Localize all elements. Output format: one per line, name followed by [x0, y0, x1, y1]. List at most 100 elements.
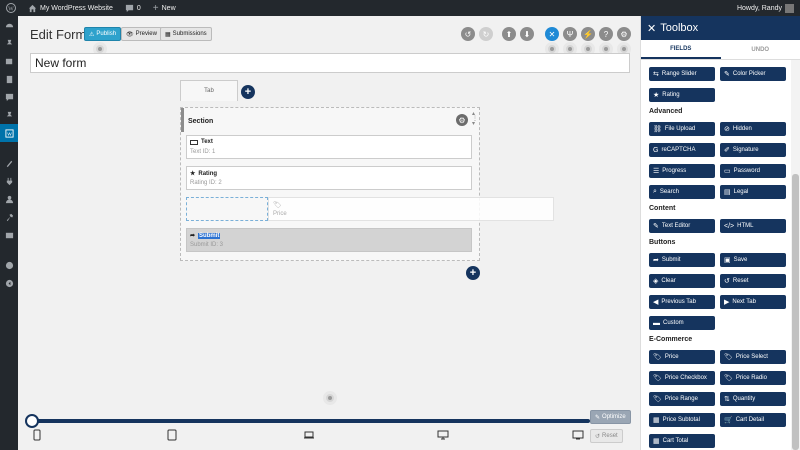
price-checkbox-button[interactable]: 🏷 Price Checkbox — [649, 371, 715, 385]
tools-wrench-icon[interactable] — [0, 208, 18, 226]
cart-total-button[interactable]: ▦ Cart Total — [649, 434, 715, 448]
color-picker-button[interactable]: ✎ Color Picker — [720, 67, 786, 81]
tab-fields[interactable]: FIELDS — [641, 40, 721, 59]
preview-label: Preview — [135, 31, 157, 37]
wordpress-logo-icon[interactable]: W — [0, 0, 22, 16]
save-icon: ▣ — [724, 257, 731, 264]
quantity-button[interactable]: ⇅ Quantity — [720, 392, 786, 406]
cart-detail-button[interactable]: 🛒 Cart Detail — [720, 413, 786, 427]
field-meta: Submit ID: 3 — [190, 242, 224, 248]
media-icon[interactable] — [0, 52, 18, 70]
scrollbar-thumb[interactable] — [792, 174, 799, 450]
legal-button[interactable]: ▤ Legal — [720, 185, 786, 199]
undo-icon[interactable]: ↺ — [461, 27, 475, 41]
pages-icon[interactable] — [0, 70, 18, 88]
section-settings-gear-icon[interactable]: ⚙ — [456, 114, 468, 126]
account-menu[interactable]: Howdy, Randy — [731, 0, 800, 16]
star-icon: ★ — [653, 92, 660, 99]
progress-button[interactable]: ☰ Progress — [649, 164, 715, 178]
svg-text:W: W — [8, 7, 14, 13]
field-rating[interactable]: ★ Rating Rating ID: 2 — [186, 166, 472, 190]
price-range-button[interactable]: 🏷 Price Range — [649, 392, 715, 406]
site-name-link[interactable]: My WordPress Website — [22, 0, 119, 16]
new-content-link[interactable]: + New — [147, 0, 182, 16]
preview-width-slider[interactable] — [25, 414, 590, 428]
submit-button[interactable]: ➦ Submit — [649, 253, 715, 267]
collapse-menu-icon[interactable] — [0, 274, 18, 292]
plugins-icon[interactable] — [0, 172, 18, 190]
previous-tab-button[interactable]: ◀ Previous Tab — [649, 295, 715, 309]
eraser-icon: ◈ — [653, 278, 659, 285]
tab-1[interactable]: Tab — [180, 80, 238, 101]
submissions-button[interactable]: ▦ Submissions — [160, 27, 212, 41]
custom-plugin-icon[interactable] — [0, 256, 18, 274]
search-button[interactable]: ⌕ Search — [649, 185, 715, 199]
download-icon[interactable]: ⬇ — [520, 27, 534, 41]
field-meta: Rating ID: 2 — [190, 180, 222, 186]
text-editor-button[interactable]: ✎ Text Editor — [649, 219, 715, 233]
upload-icon[interactable]: ⬆ — [502, 27, 516, 41]
form-name-input[interactable]: New form — [30, 53, 630, 73]
recaptcha-button[interactable]: GreCAPTCHA — [649, 143, 715, 157]
tools-icon[interactable]: ✕ — [545, 27, 559, 41]
hidden-button[interactable]: ⊘ Hidden — [720, 122, 786, 136]
users-icon[interactable] — [0, 190, 18, 208]
custom-button[interactable]: ▬ Custom — [649, 316, 715, 330]
appearance-icon[interactable] — [0, 154, 18, 172]
preview-button[interactable]: 👁 Preview — [121, 27, 162, 41]
button-label: Price Radio — [735, 375, 767, 381]
dashboard-icon[interactable] — [0, 16, 18, 34]
gear-icon[interactable]: ⚙ — [617, 27, 631, 41]
price-subtotal-button[interactable]: ▦ Price Subtotal — [649, 413, 715, 427]
branch-icon[interactable]: Ψ — [563, 27, 577, 41]
field-submit[interactable]: ➦ Submit Submit ID: 3 — [186, 228, 472, 252]
next-tab-button[interactable]: ▶ Next Tab — [720, 295, 786, 309]
flash-icon[interactable]: ⚡ — [581, 27, 595, 41]
settings-icon[interactable] — [0, 226, 18, 244]
forms-plugin-icon[interactable]: W — [0, 124, 18, 142]
range-slider-button[interactable]: ⇆ Range Slider — [649, 67, 715, 81]
toolbox-scrollbar[interactable] — [791, 60, 800, 450]
admin-sidebar: W — [0, 16, 18, 450]
publish-label: Publish — [96, 31, 117, 37]
publish-button[interactable]: ⚠ Publish — [84, 27, 122, 41]
price-select-button[interactable]: 🏷 Price Select — [720, 350, 786, 364]
section-accent — [181, 108, 184, 132]
laptop-device-icon[interactable] — [303, 429, 315, 441]
rating-button[interactable]: ★ Rating — [649, 88, 715, 102]
redo-icon[interactable]: ↻ — [479, 27, 493, 41]
desktop-device-icon[interactable] — [437, 429, 449, 441]
posts-pin-icon[interactable] — [0, 34, 18, 52]
wide-screen-device-icon[interactable] — [572, 429, 584, 441]
comments-icon[interactable] — [0, 88, 18, 106]
reset-width-button[interactable]: ↺ Reset — [590, 429, 623, 443]
table-icon: ▦ — [165, 31, 171, 38]
button-label: Search — [659, 189, 679, 195]
signature-button[interactable]: ✐ Signature — [720, 143, 786, 157]
comments-link[interactable]: 0 — [119, 0, 147, 16]
section-move-arrows-icon[interactable]: ▴ ⋮ ▾ — [472, 111, 478, 127]
rectangle-icon: ▬ — [653, 319, 660, 327]
optimize-button[interactable]: ✎ Optimize — [590, 410, 631, 424]
help-icon[interactable]: ? — [599, 27, 613, 41]
button-label: Quantity — [732, 396, 756, 402]
group-advanced: Advanced — [649, 108, 683, 115]
html-button[interactable]: </> HTML — [720, 219, 786, 233]
file-upload-button[interactable]: ⛓ File Upload — [649, 122, 715, 136]
save-button[interactable]: ▣ Save — [720, 253, 786, 267]
tab-undo[interactable]: UNDO — [721, 40, 800, 59]
reset-button[interactable]: ↺ Reset — [720, 274, 786, 288]
price-button[interactable]: 🏷 Price — [649, 350, 715, 364]
pin-icon[interactable] — [0, 106, 18, 124]
add-tab-button[interactable]: + — [241, 85, 255, 99]
dragging-field-price[interactable]: 🏷 Price — [268, 197, 554, 221]
add-section-button[interactable]: + — [466, 266, 480, 280]
clear-button[interactable]: ◈ Clear — [649, 274, 715, 288]
password-button[interactable]: ▭ Password — [720, 164, 786, 178]
price-radio-button[interactable]: 🏷 Price Radio — [720, 371, 786, 385]
tablet-device-icon[interactable] — [166, 429, 178, 441]
optimize-label: Optimize — [602, 414, 626, 420]
field-text[interactable]: Text Text ID: 1 — [186, 135, 472, 159]
slider-handle[interactable] — [25, 414, 39, 428]
mobile-device-icon[interactable] — [31, 429, 43, 441]
